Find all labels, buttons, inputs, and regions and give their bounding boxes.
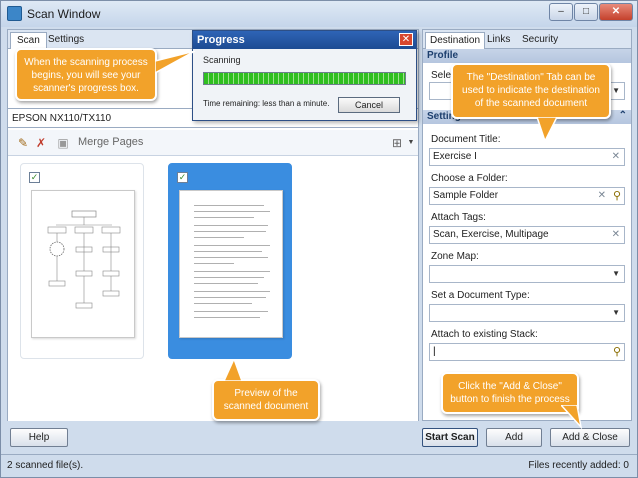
document-title-field[interactable]: Exercise I ✕ [429, 148, 625, 166]
progress-callout-pointer [155, 51, 196, 74]
collapse-icon[interactable]: ⌃ [619, 110, 627, 121]
progress-bar [203, 72, 406, 85]
search-icon[interactable]: ⚲ [613, 345, 621, 358]
tab-security[interactable]: Security [518, 32, 562, 49]
progress-close-icon[interactable]: ✕ [399, 33, 413, 46]
maximize-button[interactable]: □ [574, 3, 598, 21]
tab-links[interactable]: Links [483, 32, 514, 49]
scan-window: Scan Window – □ ✕ Scan Settings EPSON NX… [0, 0, 638, 478]
page-image-1 [31, 190, 135, 338]
tab-destination[interactable]: Destination [425, 32, 486, 49]
chevron-down-icon: ▼ [612, 86, 620, 95]
tags-value: Scan, Exercise, Multipage [433, 229, 549, 240]
start-scan-button[interactable]: Start Scan [422, 428, 478, 447]
text-cursor: | [433, 346, 436, 357]
tags-label: Attach Tags: [431, 212, 486, 223]
document-type-label: Set a Document Type: [431, 290, 530, 301]
page-checkbox-1[interactable]: ✓ [29, 172, 40, 183]
scanned-count: 2 scanned file(s). [7, 460, 84, 471]
close-button[interactable]: ✕ [599, 3, 633, 21]
page-toolbar: ✎ ✗ ▣ Merge Pages ⊞ ▼ [8, 130, 418, 156]
page-thumbnail-2[interactable]: ✓ [168, 163, 292, 359]
minimize-button[interactable]: – [549, 3, 573, 21]
time-remaining: Time remaining: less than a minute. [203, 99, 330, 108]
progress-bar-fill [204, 73, 405, 84]
tags-field[interactable]: Scan, Exercise, Multipage ✕ [429, 226, 625, 244]
document-type-select[interactable]: ▼ [429, 304, 625, 322]
right-tab-strip: Destination Links Security [423, 30, 631, 49]
clear-icon[interactable]: ✕ [598, 190, 606, 201]
files-added: Files recently added: 0 [528, 460, 629, 471]
document-title-value: Exercise I [433, 151, 477, 162]
destination-callout: The "Destination" Tab can be used to ind… [451, 63, 611, 119]
progress-callout: When the scanning process begins, you wi… [15, 48, 157, 101]
window-title: Scan Window [27, 7, 101, 21]
flowchart-thumbnail [47, 210, 121, 309]
profile-header[interactable]: Profile [423, 49, 631, 63]
chevron-down-icon: ▼ [612, 308, 620, 317]
title-bar: Scan Window – □ ✕ [1, 1, 637, 27]
chevron-down-icon: ▼ [612, 269, 620, 278]
search-icon[interactable]: ⚲ [613, 189, 621, 202]
merge-icon[interactable]: ▣ [56, 136, 70, 150]
destination-callout-pointer [536, 117, 558, 143]
merge-pages-label[interactable]: Merge Pages [78, 136, 143, 148]
view-dropdown-icon[interactable]: ▼ [404, 136, 418, 150]
folder-value: Sample Folder [433, 190, 499, 201]
clear-icon[interactable]: ✕ [612, 229, 620, 240]
preview-callout: Preview of the scanned document [212, 379, 320, 421]
document-title-label: Document Title: [431, 134, 501, 145]
addclose-callout-pointer [561, 405, 583, 429]
tab-settings[interactable]: Settings [42, 32, 90, 49]
cancel-button[interactable]: Cancel [338, 97, 400, 113]
app-icon [7, 6, 22, 21]
folder-field[interactable]: Sample Folder ✕ ⚲ [429, 187, 625, 205]
add-close-button[interactable]: Add & Close [550, 428, 630, 447]
progress-dialog: Progress ✕ Scanning Time remaining: less… [192, 30, 417, 121]
page-image-2 [179, 190, 283, 338]
stack-field[interactable]: | ⚲ [429, 343, 625, 361]
zone-map-label: Zone Map: [431, 251, 479, 262]
add-button[interactable]: Add [486, 428, 542, 447]
help-button[interactable]: Help [10, 428, 68, 447]
page-thumbnail-1[interactable]: ✓ [20, 163, 144, 359]
preview-callout-pointer [223, 359, 243, 381]
addclose-callout: Click the "Add & Close" button to finish… [441, 372, 579, 414]
clear-icon[interactable]: ✕ [612, 151, 620, 162]
status-bar: 2 scanned file(s). Files recently added:… [1, 454, 637, 477]
stack-label: Attach to existing Stack: [431, 329, 538, 340]
delete-icon[interactable]: ✗ [34, 136, 48, 150]
folder-label: Choose a Folder: [431, 173, 508, 184]
page-checkbox-2[interactable]: ✓ [177, 172, 188, 183]
zone-map-select[interactable]: ▼ [429, 265, 625, 283]
progress-dialog-title: Progress [193, 31, 416, 49]
progress-label: Scanning [203, 55, 241, 65]
edit-icon[interactable]: ✎ [16, 136, 30, 150]
view-grid-icon[interactable]: ⊞ [390, 136, 404, 150]
